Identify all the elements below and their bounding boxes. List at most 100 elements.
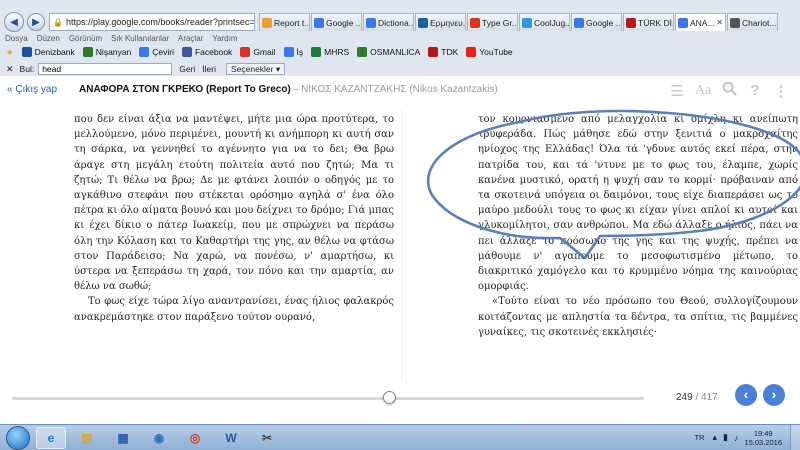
left-page: που δεν είναι άξια να μαντέψει, μήτε μια… bbox=[74, 112, 394, 325]
taskbar-app[interactable]: ✂ bbox=[252, 427, 282, 449]
find-bar: ✕ Bul: Geri İleri Seçenekler ▾ bbox=[0, 62, 800, 76]
bookmark-label: Çeviri bbox=[152, 47, 174, 57]
page-separator: / bbox=[692, 392, 702, 403]
search-icon[interactable] bbox=[720, 81, 738, 100]
browser-chrome: ◀ ▶ 🔒 https://play.google.com/books/read… bbox=[0, 0, 800, 76]
menu-item[interactable]: Yardım bbox=[212, 34, 237, 45]
internet-explorer-icon: e bbox=[47, 430, 55, 445]
bookmark-label: Gmail bbox=[253, 47, 276, 57]
browser-tab[interactable]: Chariot... bbox=[727, 13, 778, 31]
page-slider-thumb[interactable] bbox=[383, 391, 397, 404]
next-page-button[interactable]: › bbox=[763, 384, 785, 406]
browser-tab[interactable]: TÜRK Dİ... bbox=[623, 13, 674, 31]
gmail-icon bbox=[240, 47, 251, 57]
page-divider bbox=[401, 110, 402, 382]
browser-tab[interactable]: Type Gr... bbox=[467, 13, 518, 31]
language-indicator[interactable]: TR bbox=[694, 433, 704, 442]
clock-time: 19:49 bbox=[753, 428, 773, 438]
browser-tab[interactable]: Report t... bbox=[259, 13, 310, 31]
chrome-icon: ◎ bbox=[189, 430, 201, 445]
bookmark-item[interactable]: OSMANLICA bbox=[357, 47, 420, 57]
tab-label: TÜRK Dİ... bbox=[638, 17, 673, 28]
denizbank-icon bbox=[21, 47, 32, 57]
menu-item[interactable]: Düzen bbox=[37, 34, 60, 45]
menu-item[interactable]: Sık Kullanılanlar bbox=[111, 34, 169, 45]
osmanlica-icon bbox=[357, 47, 368, 57]
taskbar-app[interactable]: e bbox=[36, 426, 66, 449]
taskbar-app[interactable]: ▦ bbox=[108, 427, 138, 449]
menu-item[interactable]: Araçlar bbox=[178, 34, 203, 45]
browser-tab[interactable]: ΑΝΑ... ✕ bbox=[675, 13, 726, 31]
tab-label: Report t... bbox=[274, 17, 310, 28]
file-explorer-icon: ▤ bbox=[81, 430, 93, 445]
bookmark-item[interactable]: İş bbox=[283, 47, 303, 57]
help-icon[interactable]: ? bbox=[746, 82, 764, 99]
bookmark-label: Facebook bbox=[194, 47, 233, 57]
type-greek-icon bbox=[470, 17, 480, 28]
menu-item[interactable]: Görünüm bbox=[69, 34, 102, 45]
find-options-label: Seçenekler bbox=[230, 64, 274, 74]
bookmark-item[interactable]: Çeviri bbox=[139, 47, 174, 57]
taskbar-app[interactable]: ◎ bbox=[180, 427, 210, 449]
start-button[interactable] bbox=[6, 425, 30, 450]
back-button[interactable]: ◀ bbox=[4, 12, 24, 32]
previous-page-button[interactable]: ‹ bbox=[735, 384, 757, 406]
current-page: 249 bbox=[676, 392, 693, 403]
browser-tab[interactable]: Dictiona... bbox=[363, 13, 414, 31]
network-icon[interactable]: ▮ bbox=[723, 432, 728, 443]
taskbar-app[interactable]: ▤ bbox=[72, 427, 102, 449]
close-tab-icon[interactable]: ✕ bbox=[716, 18, 723, 27]
exit-reader-link[interactable]: « Çıkış yap bbox=[7, 84, 57, 95]
left-page-paragraph: Το φως είχε τώρα λίγο αναντρανίσει, ένας… bbox=[74, 296, 394, 323]
bookmark-item[interactable]: Nişanyan bbox=[82, 47, 131, 57]
tray-arrow-icon[interactable]: ▴ bbox=[712, 432, 717, 443]
taskbar-app[interactable]: ◉ bbox=[144, 427, 174, 449]
bookmark-label: YouTube bbox=[479, 47, 513, 57]
address-bar[interactable]: 🔒 https://play.google.com/books/reader?p… bbox=[49, 13, 255, 31]
bookmark-label: Denizbank bbox=[34, 47, 75, 57]
system-tray: TR ▴ ▮ ♪ 19:49 15.03.2016 bbox=[694, 424, 800, 450]
show-desktop-button[interactable] bbox=[790, 424, 800, 450]
find-next-button[interactable]: İleri bbox=[202, 64, 216, 74]
page-slider-track[interactable] bbox=[12, 397, 644, 400]
contents-icon[interactable]: ☰ bbox=[668, 82, 686, 100]
menu-bar: Dosya Düzen Görünüm Sık Kullanılanlar Araçla… bbox=[0, 34, 247, 45]
find-options-button[interactable]: Seçenekler ▾ bbox=[225, 63, 286, 75]
browser-tab[interactable]: Google ... bbox=[571, 13, 622, 31]
translate-icon bbox=[139, 47, 150, 57]
tab-label: Type Gr... bbox=[482, 17, 518, 28]
find-close-icon[interactable]: ✕ bbox=[6, 64, 14, 75]
google-books-icon bbox=[262, 17, 272, 28]
favorites-star-icon[interactable]: ★ bbox=[6, 47, 14, 58]
browser-tab[interactable]: Ερμηνευ... bbox=[415, 13, 466, 31]
clock[interactable]: 19:49 15.03.2016 bbox=[744, 429, 782, 447]
clock-date: 15.03.2016 bbox=[744, 437, 782, 447]
find-back-button[interactable]: Geri bbox=[179, 64, 195, 74]
find-input[interactable] bbox=[38, 63, 173, 75]
bookmark-item[interactable]: Denizbank bbox=[21, 47, 75, 57]
chevron-left-icon: ‹ bbox=[743, 386, 749, 402]
lexicon-icon bbox=[418, 17, 428, 28]
tab-label: CoolJug... bbox=[534, 17, 570, 28]
taskbar-app[interactable]: W bbox=[216, 427, 246, 449]
bookmark-item[interactable]: TDK bbox=[428, 47, 458, 57]
bookmark-item[interactable]: Facebook bbox=[181, 47, 233, 57]
font-settings-icon[interactable]: Aa bbox=[694, 83, 712, 99]
more-icon[interactable]: ⋮ bbox=[772, 82, 790, 100]
menu-item[interactable]: Dosya bbox=[5, 34, 28, 45]
volume-icon[interactable]: ♪ bbox=[734, 433, 739, 443]
tab-label: Chariot... bbox=[742, 17, 777, 28]
reader-header: « Çıkış yap ΑΝΑΦΟΡΑ ΣΤΟΝ ΓΚΡΕΚΟ (Report … bbox=[0, 78, 800, 100]
bookmark-item[interactable]: YouTube bbox=[466, 47, 513, 57]
browser-tab[interactable]: CoolJug... bbox=[519, 13, 570, 31]
bookmark-item[interactable]: Gmail bbox=[240, 47, 276, 57]
book-title: ΑΝΑΦΟΡΑ ΣΤΟΝ ΓΚΡΕΚΟ (Report To Greco) bbox=[79, 83, 291, 95]
tab-label: Google ... bbox=[586, 17, 622, 28]
screenshot-tool-icon: ✂ bbox=[261, 430, 273, 445]
browser-tab[interactable]: Google ... bbox=[311, 13, 362, 31]
google-earth-icon: ◉ bbox=[153, 430, 165, 445]
tdk-icon bbox=[626, 17, 636, 28]
bookmark-item[interactable]: MHRS bbox=[311, 47, 349, 57]
back-arrow-icon: ◀ bbox=[10, 16, 18, 28]
forward-button[interactable]: ▶ bbox=[27, 13, 45, 31]
